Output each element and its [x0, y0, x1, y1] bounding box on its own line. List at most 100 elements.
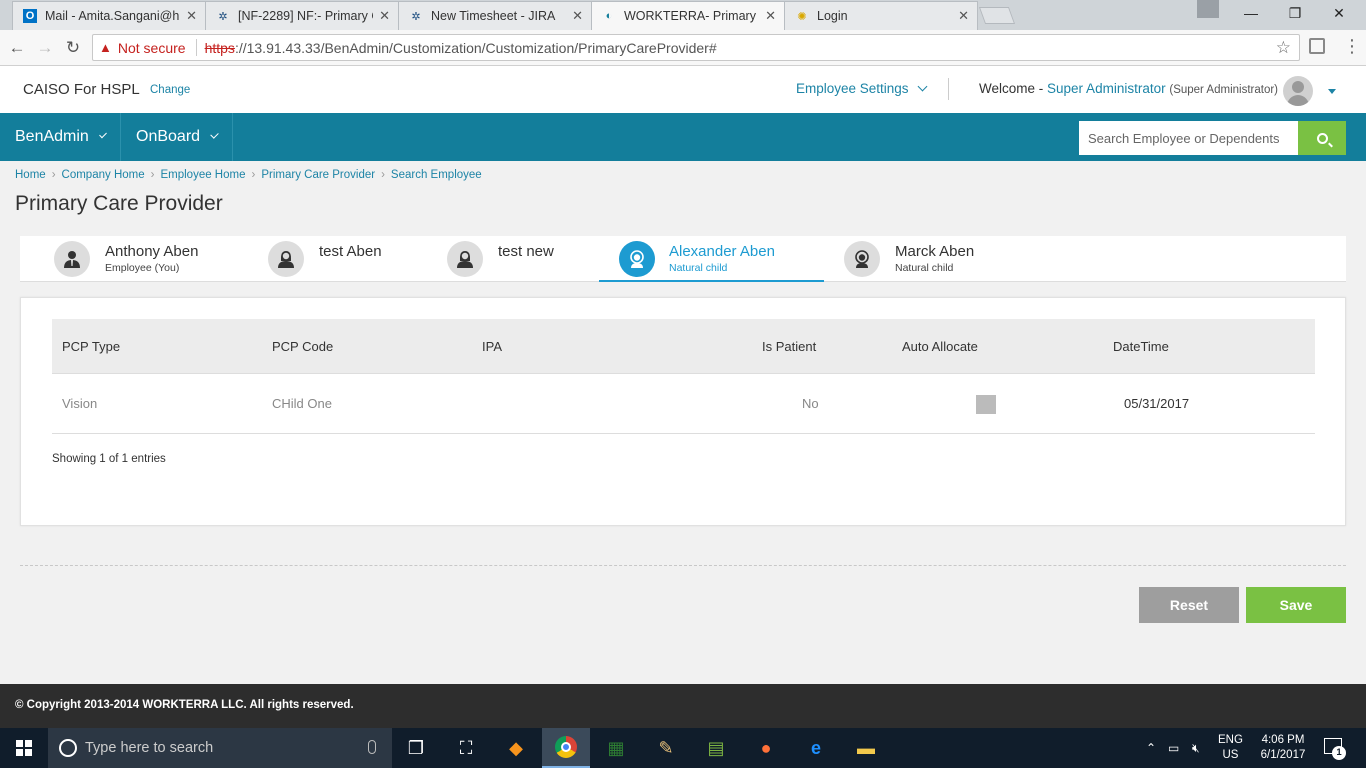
notification-count: 1	[1332, 746, 1346, 760]
close-icon[interactable]: ✕	[572, 8, 583, 24]
breadcrumb-search-employee[interactable]: Search Employee	[391, 169, 482, 181]
cell-is-patient: No	[802, 396, 819, 411]
close-icon[interactable]: ✕	[379, 8, 390, 24]
cortana-icon	[59, 739, 77, 757]
outlook-icon: O	[23, 9, 37, 23]
windows-taskbar: Type here to search ❐ ⛶ ◆ ▦ ✎ ▤ ● e ▬ ⌃ …	[0, 728, 1366, 768]
member-tab-marck[interactable]: Marck Aben Natural child	[830, 236, 1030, 282]
chrome-icon[interactable]	[542, 728, 590, 768]
female-user-icon	[447, 241, 483, 277]
breadcrumb-company-home[interactable]: Company Home	[62, 169, 145, 181]
search-icon	[1316, 132, 1328, 144]
internet-explorer-icon[interactable]: e	[792, 728, 840, 768]
minimize-icon[interactable]: —	[1228, 0, 1274, 26]
profile-icon[interactable]	[1197, 0, 1219, 18]
child-user-icon	[619, 241, 655, 277]
cell-pcp-type: Vision	[62, 396, 98, 411]
member-tab-test-aben[interactable]: test Aben	[254, 236, 424, 282]
close-icon[interactable]: ✕	[186, 8, 197, 24]
female-user-icon	[268, 241, 304, 277]
reset-button[interactable]: Reset	[1139, 587, 1239, 623]
browser-tab-timesheet[interactable]: ✲ New Timesheet - JIRA ✕	[398, 1, 592, 30]
windows-logo-icon	[16, 740, 32, 756]
browser-tab-mail[interactable]: O Mail - Amita.Sangani@h ✕	[12, 1, 206, 30]
page-title: Primary Care Provider	[15, 192, 223, 215]
paint-icon[interactable]: ✎	[642, 728, 690, 768]
chevron-down-icon	[210, 129, 219, 139]
column-is-patient[interactable]: Is Patient	[762, 339, 816, 354]
change-company-link[interactable]: Change	[150, 84, 190, 96]
window-close-icon[interactable]: ✕	[1316, 0, 1362, 26]
company-name: CAISO For HSPL	[23, 81, 140, 98]
browser-menu-icon[interactable]: ⋮	[1342, 36, 1362, 56]
breadcrumb-primary-care-provider[interactable]: Primary Care Provider	[261, 169, 375, 181]
column-datetime[interactable]: DateTime	[1113, 339, 1169, 354]
url-scheme: https	[204, 39, 235, 56]
employee-settings-dropdown[interactable]: Employee Settings	[796, 81, 928, 96]
warning-icon: ▲	[99, 40, 112, 55]
restore-icon[interactable]: ❐	[1272, 0, 1318, 26]
child-user-icon	[844, 241, 880, 277]
network-icon[interactable]: ▭	[1168, 728, 1179, 768]
nav-onboard[interactable]: OnBoard	[121, 113, 233, 161]
divider	[20, 565, 1346, 566]
browser-tab-workterra[interactable]: ◐ WORKTERRA- Primary Ca ✕	[591, 1, 785, 30]
column-ipa[interactable]: IPA	[482, 339, 502, 354]
save-button[interactable]: Save	[1246, 587, 1346, 623]
show-hidden-icons[interactable]: ⌃	[1146, 728, 1156, 768]
breadcrumb-home[interactable]: Home	[15, 169, 46, 181]
store-icon[interactable]: ⛶	[442, 728, 490, 768]
chevron-down-icon	[917, 81, 928, 92]
microphone-icon[interactable]	[368, 740, 376, 754]
login-icon: ✺	[797, 10, 807, 23]
firefox-icon[interactable]: ●	[742, 728, 790, 768]
breadcrumb-employee-home[interactable]: Employee Home	[160, 169, 245, 181]
chevron-down-icon	[98, 130, 107, 138]
start-button[interactable]	[0, 728, 48, 768]
bookmark-star-icon[interactable]: ☆	[1276, 38, 1291, 58]
extension-icon[interactable]	[1309, 38, 1325, 54]
new-tab-button[interactable]	[978, 7, 1016, 24]
caret-down-icon[interactable]	[1328, 89, 1336, 94]
close-icon[interactable]: ✕	[958, 8, 969, 24]
column-pcp-code[interactable]: PCP Code	[272, 339, 333, 354]
user-role: (Super Administrator)	[1169, 84, 1279, 96]
back-icon[interactable]: ←	[6, 37, 28, 59]
nav-benadmin[interactable]: BenAdmin	[0, 113, 121, 161]
url-field[interactable]: ▲ Not secure https://13.91.43.33/BenAdmi…	[92, 34, 1300, 61]
cell-datetime: 05/31/2017	[1124, 396, 1190, 411]
browser-tab-jira-nf[interactable]: ✲ [NF-2289] NF:- Primary C ✕	[205, 1, 399, 30]
input-language[interactable]: ENG US	[1218, 733, 1243, 763]
pcp-panel: PCP Type PCP Code IPA Is Patient Auto Al…	[20, 297, 1346, 526]
reload-icon[interactable]: ↻	[62, 37, 84, 59]
calculator-icon[interactable]: ▤	[692, 728, 740, 768]
search-button[interactable]	[1298, 121, 1346, 155]
browser-tab-login[interactable]: ✺ Login ✕	[784, 1, 978, 30]
member-tab-alexander[interactable]: Alexander Aben Natural child	[599, 236, 824, 282]
table-row: Vision CHild One No 05/31/2017	[52, 374, 1315, 434]
table-info: Showing 1 of 1 entries	[52, 453, 166, 465]
member-tab-test-new[interactable]: test new	[433, 236, 603, 282]
jira-icon: ✲	[218, 10, 228, 23]
avatar[interactable]	[1283, 76, 1313, 106]
footer-copyright: © Copyright 2013-2014 WORKTERRA LLC. All…	[0, 684, 1366, 728]
column-pcp-type[interactable]: PCP Type	[62, 339, 120, 354]
spreadsheet-icon[interactable]: ▦	[592, 728, 640, 768]
close-icon[interactable]: ✕	[765, 8, 776, 24]
file-explorer-icon[interactable]: ▬	[842, 728, 890, 768]
task-view-icon[interactable]: ❐	[392, 728, 440, 768]
not-secure-label[interactable]: Not secure	[118, 40, 186, 56]
volume-muted-icon[interactable]: 🔇︎	[1192, 728, 1200, 768]
forward-icon[interactable]: →	[34, 37, 56, 59]
column-auto-allocate[interactable]: Auto Allocate	[902, 339, 978, 354]
workterra-icon: ◐	[605, 10, 613, 22]
user-name-link[interactable]: Super Administrator	[1047, 81, 1166, 96]
clock[interactable]: 4:06 PM 6/1/2017	[1255, 733, 1311, 763]
member-tab-anthony[interactable]: Anthony Aben Employee (You)	[40, 236, 240, 282]
taskbar-search[interactable]: Type here to search	[48, 728, 392, 768]
member-tabs: Anthony Aben Employee (You) test Aben te…	[20, 236, 1346, 282]
auto-allocate-checkbox[interactable]	[976, 395, 996, 414]
app-flame-icon[interactable]: ◆	[492, 728, 540, 768]
employee-search-input[interactable]	[1079, 121, 1299, 155]
welcome-text: Welcome - Super Administrator (Super Adm…	[979, 81, 1279, 96]
